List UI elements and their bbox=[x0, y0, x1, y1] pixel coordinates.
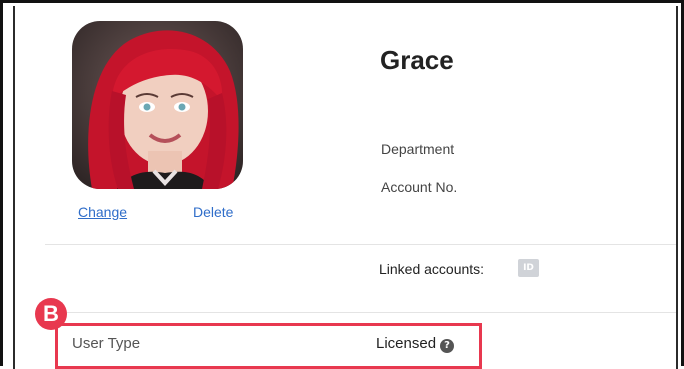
change-photo-link[interactable]: Change bbox=[78, 204, 127, 220]
account-no-label: Account No. bbox=[381, 179, 458, 195]
redaction-block bbox=[375, 94, 555, 120]
profile-panel: Change Delete Grace Department Account N… bbox=[13, 6, 678, 369]
redaction-block bbox=[471, 34, 591, 90]
delete-photo-link[interactable]: Delete bbox=[193, 204, 233, 220]
linked-accounts-label: Linked accounts: bbox=[379, 261, 485, 277]
profile-avatar bbox=[72, 21, 243, 189]
avatar-image bbox=[72, 21, 243, 189]
department-label: Department bbox=[381, 141, 455, 157]
annotation-badge: B bbox=[35, 298, 67, 330]
screenshot-frame: Change Delete Grace Department Account N… bbox=[0, 0, 684, 369]
id-card-icon[interactable]: ID bbox=[518, 259, 539, 277]
section-divider bbox=[45, 244, 676, 245]
section-divider bbox=[45, 312, 676, 313]
profile-name: Grace bbox=[380, 45, 454, 75]
annotation-highlight-box bbox=[55, 323, 482, 369]
